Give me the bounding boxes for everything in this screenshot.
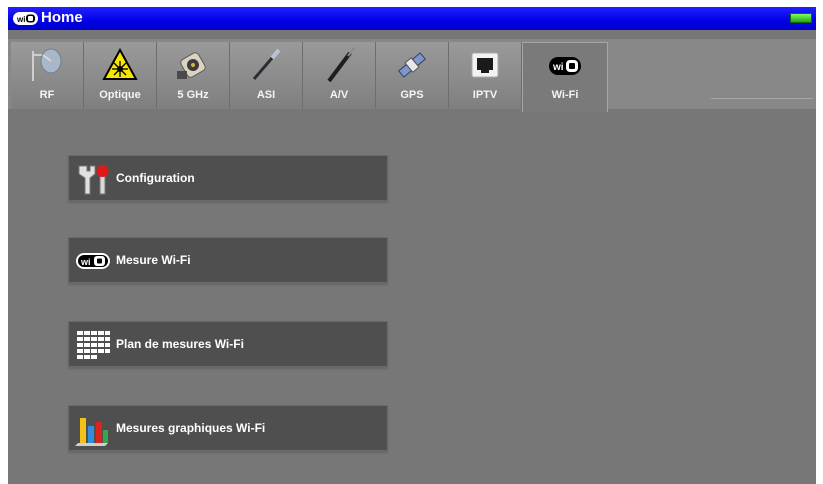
tab-asi-label: ASI bbox=[256, 89, 276, 101]
tab-rf[interactable]: RF bbox=[11, 42, 84, 109]
plan-de-mesures-wifi-label: Plan de mesures Wi-Fi bbox=[116, 337, 244, 351]
mesure-wifi-label: Mesure Wi-Fi bbox=[116, 253, 191, 267]
measurement-plan-grid-icon bbox=[77, 331, 110, 359]
ethernet-port-icon bbox=[471, 52, 499, 78]
wifi-badge-icon: wi bbox=[13, 12, 38, 25]
mesures-graphiques-wifi-button[interactable]: Mesures graphiques Wi-Fi bbox=[68, 405, 388, 451]
tab-asi[interactable]: ASI bbox=[230, 42, 303, 109]
tab-av-label: A/V bbox=[329, 89, 349, 101]
asi-cable-icon bbox=[252, 48, 281, 80]
rf-connector-icon bbox=[177, 52, 206, 79]
page-title: Home bbox=[41, 9, 83, 26]
svg-text:wi: wi bbox=[16, 15, 25, 24]
configuration-button[interactable]: Configuration bbox=[68, 155, 388, 201]
tab-optique[interactable]: Optique bbox=[84, 42, 157, 109]
tab-av[interactable]: A/V bbox=[303, 42, 376, 109]
tab-5ghz-label: 5 GHz bbox=[177, 89, 209, 101]
tab-5ghz[interactable]: 5 GHz bbox=[157, 42, 230, 109]
bar-graph-icon bbox=[75, 418, 108, 446]
battery-icon bbox=[790, 13, 812, 23]
app-window: wi Home RF Optique 5 GHz ASI A/V GPS IPT… bbox=[8, 7, 816, 484]
satellite-dish-icon bbox=[32, 48, 62, 81]
svg-text:wi: wi bbox=[80, 257, 91, 267]
tab-rf-label: RF bbox=[39, 89, 55, 101]
av-cable-icon bbox=[327, 47, 355, 83]
tab-iptv-label: IPTV bbox=[472, 89, 498, 101]
tab-divider bbox=[711, 98, 813, 99]
mesure-wifi-button[interactable]: wi Mesure Wi-Fi bbox=[68, 237, 388, 283]
tools-icon bbox=[78, 165, 109, 195]
wifi-badge-icon: wi bbox=[76, 253, 110, 269]
tab-wifi-label: Wi-Fi bbox=[551, 89, 579, 101]
wifi-badge-icon: wi bbox=[549, 57, 581, 75]
tab-gps-label: GPS bbox=[400, 89, 424, 101]
title-bar: wi Home bbox=[8, 7, 816, 30]
tab-iptv[interactable]: IPTV bbox=[449, 42, 522, 109]
tab-optique-label: Optique bbox=[99, 89, 141, 101]
laser-warning-icon bbox=[102, 47, 138, 80]
gps-satellite-icon bbox=[397, 52, 427, 78]
svg-text:wi: wi bbox=[552, 62, 564, 73]
configuration-label: Configuration bbox=[116, 171, 195, 185]
mesures-graphiques-wifi-label: Mesures graphiques Wi-Fi bbox=[116, 421, 266, 435]
tab-wifi[interactable]: wi Wi-Fi bbox=[522, 42, 608, 112]
plan-de-mesures-wifi-button[interactable]: Plan de mesures Wi-Fi bbox=[68, 321, 388, 367]
tab-gps[interactable]: GPS bbox=[376, 42, 449, 109]
tab-bar: RF Optique 5 GHz ASI A/V GPS IPTV wi Wi-… bbox=[8, 39, 816, 112]
